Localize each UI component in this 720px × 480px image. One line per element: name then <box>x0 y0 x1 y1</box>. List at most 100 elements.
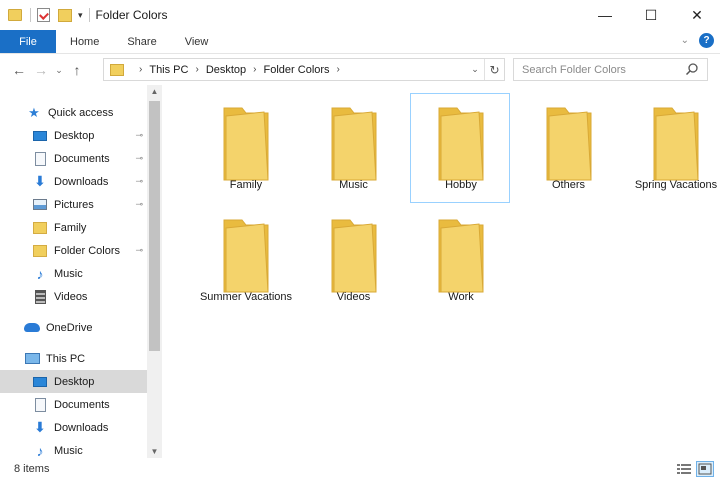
pin-icon[interactable]: ⊸ <box>135 199 143 210</box>
folder-tile[interactable]: Videos <box>303 205 403 315</box>
sidebar-item-label: Documents <box>54 398 110 411</box>
folder-icon <box>438 219 484 293</box>
address-row: ← → ⌄ ↑ › This PC › Desktop › Folder Col… <box>0 55 720 85</box>
folder-name: Videos <box>336 291 371 303</box>
sidebar-item-label: This PC <box>46 352 86 365</box>
sidebar-item-folder-colors[interactable]: Folder Colors ⊸ <box>0 239 147 262</box>
folder-tile[interactable]: Spring Vacations <box>625 93 720 203</box>
close-button[interactable]: ✕ <box>674 0 720 30</box>
sidebar-item-label: Music <box>54 267 83 280</box>
folder-icon <box>438 107 484 181</box>
folder-name: Others <box>551 179 585 191</box>
scroll-up-arrow-icon[interactable]: ▲ <box>147 87 162 96</box>
documents-icon <box>32 397 48 412</box>
sidebar-item-documents-pc[interactable]: Documents <box>0 393 147 416</box>
minimize-button[interactable]: — <box>582 0 628 30</box>
documents-icon <box>32 151 48 166</box>
sidebar-item-music[interactable]: ♪ Music <box>0 262 147 285</box>
details-view-icon[interactable] <box>675 461 693 477</box>
breadcrumb-separator[interactable]: › <box>337 64 340 75</box>
folder-icon <box>223 107 269 181</box>
folder-tile[interactable]: Others <box>518 93 618 203</box>
folder-icon <box>653 107 699 181</box>
folder-tile[interactable]: Family <box>195 93 295 203</box>
refresh-button[interactable]: ↻ <box>484 59 504 80</box>
folder-tile[interactable]: Music <box>303 93 403 203</box>
pin-icon[interactable]: ⊸ <box>135 130 143 141</box>
folder-tile[interactable]: Work <box>410 205 510 315</box>
pin-icon[interactable]: ⊸ <box>135 245 143 256</box>
forward-button[interactable]: → <box>30 62 52 78</box>
sidebar-item-family[interactable]: Family <box>0 216 147 239</box>
folder-tile[interactable]: Hobby <box>410 93 510 203</box>
sidebar-item-onedrive[interactable]: OneDrive <box>0 316 147 339</box>
help-icon[interactable]: ? <box>699 33 714 48</box>
large-icons-view-icon[interactable] <box>696 461 714 477</box>
sidebar-item-label: Desktop <box>54 375 95 388</box>
pin-icon[interactable]: ⊸ <box>135 176 143 187</box>
tab-share[interactable]: Share <box>113 30 170 53</box>
folder-name: Spring Vacations <box>634 179 718 191</box>
scroll-thumb[interactable] <box>149 101 160 351</box>
folder-icon <box>110 63 124 76</box>
sidebar-item-label: Videos <box>54 290 88 303</box>
breadcrumb-this-pc[interactable]: This PC <box>149 64 188 76</box>
search-input[interactable] <box>522 63 682 76</box>
breadcrumb-desktop[interactable]: Desktop <box>206 64 246 76</box>
recent-locations-dropdown[interactable]: ⌄ <box>52 65 66 76</box>
breadcrumb-separator[interactable]: › <box>253 64 256 75</box>
sidebar-item-downloads[interactable]: ⬇ Downloads ⊸ <box>0 170 147 193</box>
breadcrumb-separator[interactable]: › <box>195 64 198 75</box>
navigation-scrollbar[interactable]: ▲ ▼ <box>147 85 162 458</box>
folder-icon <box>331 107 377 181</box>
folder-icon[interactable] <box>8 9 22 21</box>
new-folder-icon[interactable] <box>58 8 72 22</box>
customize-toolbar-dropdown[interactable]: ▾ <box>78 10 83 21</box>
folder-tile[interactable]: Summer Vacations <box>195 205 295 315</box>
sidebar-item-documents[interactable]: Documents ⊸ <box>0 147 147 170</box>
sidebar-item-label: Quick access <box>48 106 114 119</box>
sidebar-item-label: Desktop <box>54 129 95 142</box>
desktop-icon <box>32 129 48 143</box>
folder-name: Family <box>229 179 263 191</box>
search-box[interactable] <box>513 58 708 81</box>
sidebar-item-this-pc[interactable]: This PC <box>0 347 147 370</box>
pictures-icon <box>32 198 48 212</box>
breadcrumb-folder-colors[interactable]: Folder Colors <box>264 64 330 76</box>
address-bar[interactable]: › This PC › Desktop › Folder Colors › ⌄ … <box>103 58 505 81</box>
scroll-down-arrow-icon[interactable]: ▼ <box>147 447 162 456</box>
folder-name: Summer Vacations <box>199 291 293 303</box>
star-icon: ★ <box>28 104 40 120</box>
videos-icon <box>32 289 48 304</box>
breadcrumb-separator[interactable]: › <box>139 64 142 75</box>
folder-icon <box>331 219 377 293</box>
expand-ribbon-chevron-icon[interactable]: ⌄ <box>681 35 689 46</box>
sidebar-item-desktop[interactable]: Desktop ⊸ <box>0 124 147 147</box>
address-history-dropdown[interactable]: ⌄ <box>466 64 484 75</box>
tab-file[interactable]: File <box>0 30 56 53</box>
back-button[interactable]: ← <box>8 62 30 78</box>
ribbon-right-controls: ⌄ ? <box>681 33 714 48</box>
sidebar-item-pictures[interactable]: Pictures ⊸ <box>0 193 147 216</box>
item-count: 8 items <box>14 463 50 475</box>
navigation-pane: ★ Quick access Desktop ⊸ Documents ⊸ ⬇ D… <box>0 90 147 458</box>
up-button[interactable]: ↑ <box>66 62 88 78</box>
maximize-button[interactable]: ☐ <box>628 0 674 30</box>
sidebar-item-label: Music <box>54 444 83 457</box>
search-icon[interactable] <box>685 62 699 76</box>
sidebar-item-label: Documents <box>54 152 110 165</box>
sidebar-item-music-pc[interactable]: ♪ Music <box>0 439 147 459</box>
title-divider <box>88 8 90 22</box>
properties-icon[interactable] <box>37 8 50 22</box>
pin-icon[interactable]: ⊸ <box>135 153 143 164</box>
sidebar-item-label: Downloads <box>54 175 109 188</box>
sidebar-item-downloads-pc[interactable]: ⬇ Downloads <box>0 416 147 439</box>
folder-name: Work <box>448 291 474 303</box>
sidebar-item-desktop-selected[interactable]: Desktop <box>0 370 147 393</box>
tab-home[interactable]: Home <box>56 30 113 53</box>
sidebar-item-quick-access[interactable]: ★ Quick access <box>0 101 147 124</box>
music-note-icon: ♪ <box>36 265 44 282</box>
folder-name: Music <box>339 179 368 191</box>
tab-view[interactable]: View <box>171 30 223 53</box>
sidebar-item-videos[interactable]: Videos <box>0 285 147 308</box>
